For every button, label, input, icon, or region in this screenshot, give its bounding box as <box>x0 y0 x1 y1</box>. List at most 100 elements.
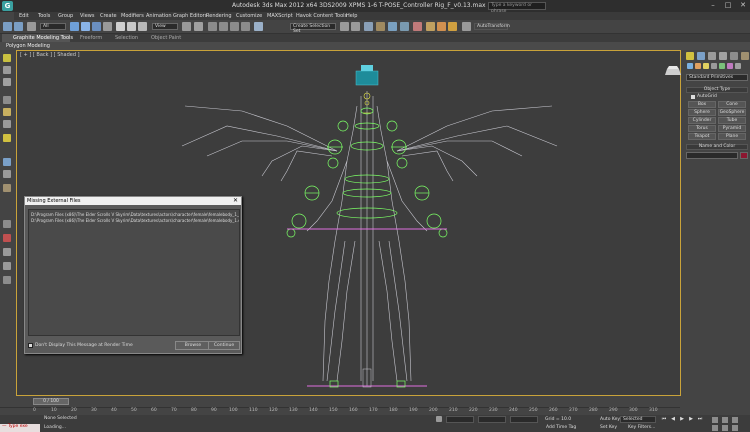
lock-selection-icon[interactable] <box>436 416 442 422</box>
menu-modifiers[interactable]: Modifiers <box>121 13 144 19</box>
play-icon[interactable]: ▶ <box>678 416 686 423</box>
primitive-type-dropdown[interactable]: Standard Primitives <box>686 74 748 81</box>
display-tool-icon[interactable] <box>3 220 11 228</box>
mirror-icon[interactable] <box>340 22 349 31</box>
menu-views[interactable]: Views <box>80 13 94 19</box>
move-icon[interactable] <box>116 22 125 31</box>
extra-tool-icon[interactable] <box>3 248 11 256</box>
shapes-icon[interactable] <box>695 63 701 69</box>
name-and-color-rollout[interactable]: Name and Color <box>686 144 748 150</box>
havok-tool-icon[interactable] <box>462 22 471 31</box>
geometry-icon[interactable] <box>687 63 693 69</box>
menu-create[interactable]: Create <box>100 13 117 19</box>
render-production-icon[interactable] <box>448 22 457 31</box>
tab-graphite-modeling-tools[interactable]: Graphite Modeling Tools <box>13 35 73 41</box>
curve-editor-icon[interactable] <box>388 22 397 31</box>
percent-snap-icon[interactable] <box>230 22 239 31</box>
menu-graph-editors[interactable]: Graph Editors <box>173 13 207 19</box>
undo-icon[interactable] <box>3 22 12 31</box>
helpers-icon[interactable] <box>719 63 725 69</box>
key-filters-button[interactable]: Key Filters... <box>628 425 655 430</box>
dialog-close-icon[interactable]: ✕ <box>233 197 238 204</box>
list-item[interactable]: D:\Program Files (x86)\The Elder Scrolls… <box>31 218 239 223</box>
sphere-button[interactable]: Sphere <box>688 109 716 116</box>
space-warps-icon[interactable] <box>727 63 733 69</box>
browse-button[interactable]: Browse <box>175 341 211 350</box>
rendered-frame-icon[interactable] <box>437 22 446 31</box>
rectangular-selection-icon[interactable] <box>92 22 101 31</box>
set-key-button[interactable]: Set Key <box>600 425 617 430</box>
slice-tool-icon[interactable] <box>3 120 11 128</box>
material-editor-icon[interactable] <box>413 22 422 31</box>
go-to-start-icon[interactable]: ⏮ <box>660 416 668 423</box>
menu-rendering[interactable]: Rendering <box>206 13 232 19</box>
keyword-search-input[interactable]: Type a keyword or phrase <box>488 2 546 14</box>
cylinder-button[interactable]: Cylinder <box>688 117 716 124</box>
select-object-icon[interactable] <box>70 22 79 31</box>
x-coordinate-field[interactable] <box>446 416 474 423</box>
cameras-icon[interactable] <box>711 63 717 69</box>
utility-tool-icon[interactable] <box>3 234 11 242</box>
snaps-toggle-icon[interactable] <box>208 22 217 31</box>
object-name-field[interactable] <box>686 152 738 159</box>
weld-tool-icon[interactable] <box>3 96 11 104</box>
redo-icon[interactable] <box>14 22 23 31</box>
tab-object-paint[interactable]: Object Paint <box>151 35 181 41</box>
modify-tool-icon[interactable] <box>3 158 11 166</box>
zoom-extents-icon[interactable] <box>712 425 718 431</box>
teapot-button[interactable]: Teapot <box>688 133 716 140</box>
tab-freeform[interactable]: Freeform <box>80 35 102 41</box>
z-coordinate-field[interactable] <box>510 416 538 423</box>
geosphere-button[interactable]: GeoSphere <box>718 109 746 116</box>
menu-edit[interactable]: Edit <box>19 13 29 19</box>
torus-button[interactable]: Torus <box>688 125 716 132</box>
modify-tab-icon[interactable] <box>697 52 705 60</box>
light-tool-icon[interactable] <box>3 134 11 142</box>
missing-files-list[interactable]: D:\Program Files (x86)\The Elder Scrolls… <box>28 209 240 336</box>
dialog-title-bar[interactable]: Missing External Files ✕ <box>25 197 241 205</box>
auto-key-button[interactable]: Auto Key <box>600 417 620 422</box>
graphite-toggle-icon[interactable] <box>376 22 385 31</box>
orbit-icon[interactable] <box>732 417 738 423</box>
hierarchy-tab-icon[interactable] <box>708 52 716 60</box>
window-crossing-icon[interactable] <box>103 22 112 31</box>
zoom-icon[interactable] <box>712 417 718 423</box>
tab-selection[interactable]: Selection <box>115 35 138 41</box>
object-type-rollout[interactable]: Object Type <box>686 87 748 93</box>
go-to-end-icon[interactable]: ⏭ <box>696 416 704 423</box>
menu-animation[interactable]: Animation <box>146 13 172 19</box>
list-item[interactable]: D:\Program Files (x86)\The Elder Scrolls… <box>31 212 239 217</box>
pan-icon[interactable] <box>722 417 728 423</box>
reference-coordinate-dropdown[interactable]: View <box>152 23 178 30</box>
display-tab-icon[interactable] <box>730 52 738 60</box>
select-manipulate-icon[interactable] <box>194 22 203 31</box>
menu-group[interactable]: Group <box>58 13 73 19</box>
continue-button[interactable]: Continue <box>208 341 240 350</box>
maximize-viewport-icon[interactable] <box>732 425 738 431</box>
motion-tab-icon[interactable] <box>719 52 727 60</box>
maximize-button[interactable]: □ <box>721 1 735 10</box>
menu-tools[interactable]: Tools <box>38 13 50 19</box>
time-slider[interactable]: 0 / 100 <box>33 398 69 405</box>
selection-filter-dropdown[interactable]: All <box>40 23 66 30</box>
create-tab-icon[interactable] <box>686 52 694 60</box>
utilities-tab-icon[interactable] <box>741 52 749 60</box>
close-button[interactable]: ✕ <box>736 1 750 10</box>
cone-button[interactable]: Cone <box>718 101 746 108</box>
motion-tool-icon[interactable] <box>3 184 11 192</box>
script-tool-icon[interactable] <box>3 276 11 284</box>
hierarchy-tool-icon[interactable] <box>3 170 11 178</box>
field-of-view-icon[interactable] <box>722 425 728 431</box>
schematic-view-icon[interactable] <box>400 22 409 31</box>
named-selection-dropdown[interactable]: Create Selection Set <box>290 23 336 34</box>
tube-button[interactable]: Tube <box>718 117 746 124</box>
next-frame-icon[interactable]: ▶ <box>687 416 695 423</box>
key-mode-dropdown[interactable]: Selected <box>620 416 656 423</box>
autogrid-checkbox[interactable] <box>691 95 695 99</box>
box-button[interactable]: Box <box>688 101 716 108</box>
select-tool-icon[interactable] <box>3 54 11 62</box>
select-by-name-icon[interactable] <box>81 22 90 31</box>
scale-icon[interactable] <box>138 22 147 31</box>
track-bar[interactable]: 0 10 20 30 40 50 60 70 80 90 100 110 120… <box>0 407 680 415</box>
menu-customize[interactable]: Customize <box>236 13 262 19</box>
